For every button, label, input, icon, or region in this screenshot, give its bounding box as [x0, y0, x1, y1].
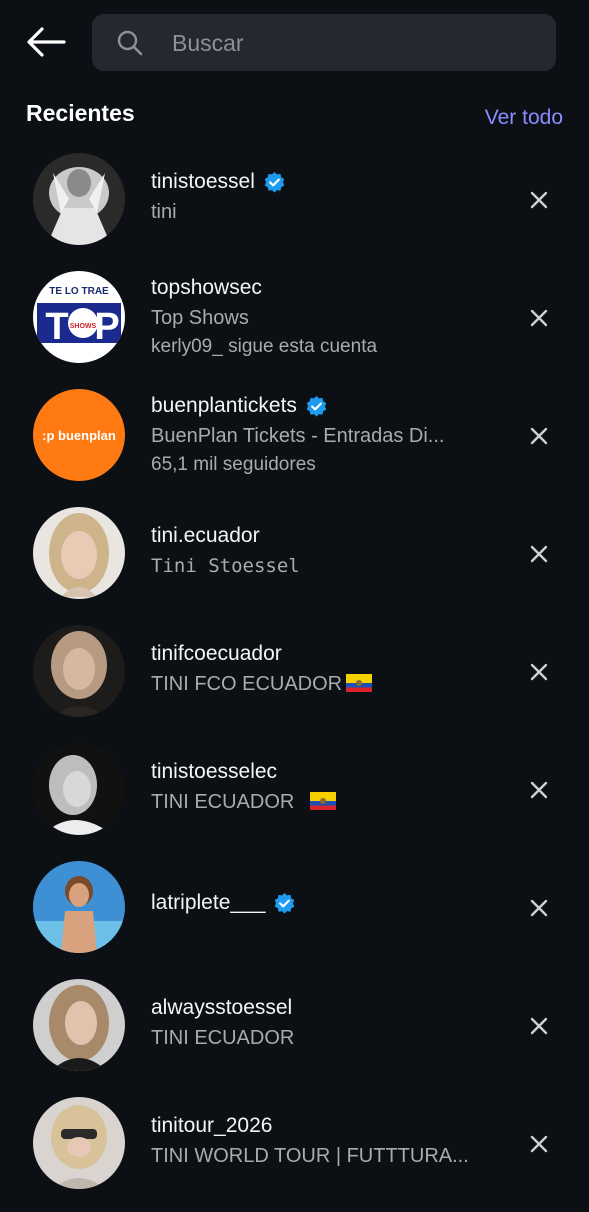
search-icon	[117, 30, 143, 56]
avatar	[33, 625, 125, 717]
full-name: TINI WORLD TOUR | FUTTTURA...	[151, 1145, 469, 1167]
avatar	[33, 743, 125, 835]
ecuador-flag-icon	[346, 674, 373, 692]
close-icon[interactable]	[527, 778, 551, 802]
close-icon[interactable]	[527, 896, 551, 920]
avatar	[33, 979, 125, 1071]
list-item[interactable]: tinistoessel tini	[0, 150, 589, 268]
close-icon[interactable]	[527, 1132, 551, 1156]
avatar	[33, 861, 125, 953]
follow-context: kerly09_ sigue esta cuenta	[151, 336, 378, 357]
username: alwaysstoessel	[151, 996, 293, 1019]
avatar	[33, 1097, 125, 1189]
close-icon[interactable]	[527, 306, 551, 330]
full-name: Tini Stoessel	[151, 555, 300, 577]
list-item[interactable]: alwaysstoessel TINI ECUADOR	[0, 976, 589, 1094]
list-item[interactable]: TE LO TRAE T SHOWS P topshowsec Top Show…	[0, 268, 589, 386]
full-name: TINI FCO ECUADOR	[151, 673, 343, 695]
list-item[interactable]: latriplete___	[0, 858, 589, 976]
username: topshowsec	[151, 276, 262, 299]
full-name: Top Shows	[151, 307, 249, 329]
username: latriplete___	[151, 891, 266, 914]
top-bar	[0, 0, 589, 84]
follower-count: 65,1 mil seguidores	[151, 454, 316, 475]
verified-badge-icon	[275, 892, 295, 914]
avatar-text: TE LO TRAE	[49, 286, 109, 297]
username: tinifcoecuador	[151, 642, 282, 665]
avatar	[33, 153, 125, 245]
full-name: tini	[151, 201, 177, 223]
list-item[interactable]: tinistoesselec TINI ECUADOR	[0, 740, 589, 858]
avatar-text: :p buenplan	[42, 428, 116, 443]
avatar: :p buenplan	[33, 389, 125, 481]
recent-list: tinistoessel tini TE LO TRAE T SHOWS P t…	[0, 150, 589, 1212]
username: buenplantickets	[151, 394, 297, 417]
avatar: TE LO TRAE T SHOWS P	[33, 271, 125, 363]
search-input[interactable]	[170, 14, 534, 73]
username: tinistoessel	[151, 170, 255, 193]
list-item[interactable]: tinifcoecuador TINI FCO ECUADOR	[0, 622, 589, 740]
close-icon[interactable]	[527, 188, 551, 212]
full-name: BuenPlan Tickets - Entradas Di...	[151, 425, 445, 447]
recent-title: Recientes	[26, 100, 135, 126]
close-icon[interactable]	[527, 660, 551, 684]
avatar	[33, 507, 125, 599]
list-item[interactable]: :p buenplan buenplantickets BuenPlan Tic…	[0, 386, 589, 504]
avatar-text: T	[45, 306, 68, 348]
full-name: TINI ECUADOR	[151, 791, 300, 813]
close-icon[interactable]	[527, 542, 551, 566]
ecuador-flag-icon	[309, 792, 336, 810]
avatar-text: P	[94, 306, 119, 348]
verified-badge-icon	[306, 395, 327, 417]
username: tinitour_2026	[151, 1114, 273, 1137]
list-item[interactable]: tinitour_2026 TINI WORLD TOUR | FUTTTURA…	[0, 1094, 589, 1212]
list-item[interactable]: tini.ecuador Tini Stoessel	[0, 504, 589, 622]
avatar-text: SHOWS	[70, 323, 97, 330]
verified-badge-icon	[264, 171, 285, 193]
username: tini.ecuador	[151, 524, 260, 547]
close-icon[interactable]	[527, 424, 551, 448]
close-icon[interactable]	[527, 1014, 551, 1038]
search-bar[interactable]	[92, 14, 556, 73]
username: tinistoesselec	[151, 760, 278, 783]
full-name: TINI ECUADOR	[151, 1027, 295, 1049]
see-all-link[interactable]: Ver todo	[485, 106, 563, 130]
arrow-left-icon	[27, 27, 66, 57]
back-button[interactable]	[24, 22, 68, 62]
